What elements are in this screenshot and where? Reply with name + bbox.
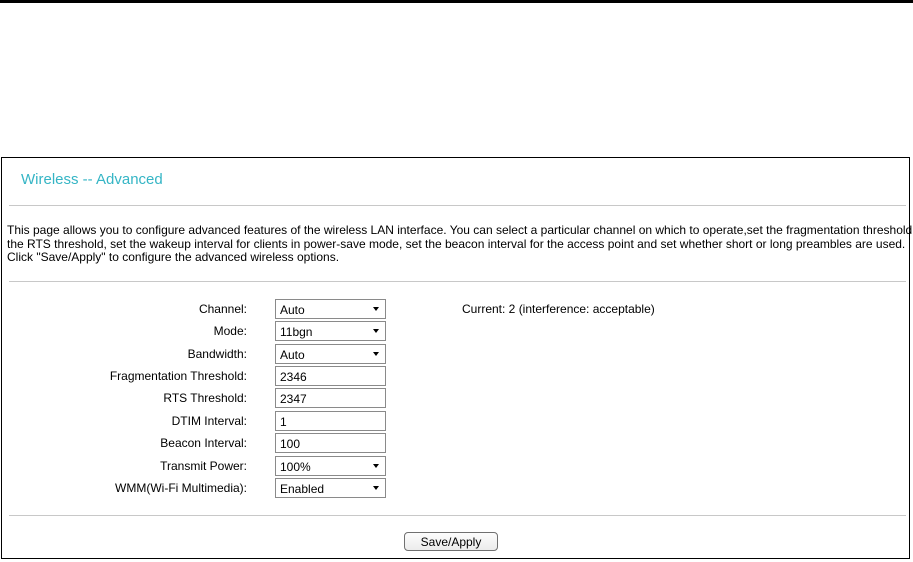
- channel-status: Current: 2 (interference: acceptable): [462, 302, 655, 316]
- wmm-row: WMM(Wi-Fi Multimedia): Enabled: [2, 478, 907, 498]
- chevron-down-icon: [373, 329, 379, 333]
- description-line: the RTS threshold, set the wakeup interv…: [7, 236, 906, 251]
- rts-threshold-row: RTS Threshold: 2347: [2, 388, 907, 408]
- mode-label: Mode:: [213, 324, 247, 338]
- fragmentation-threshold-label: Fragmentation Threshold:: [109, 369, 247, 383]
- rts-threshold-value: 2347: [280, 392, 307, 406]
- top-border: [0, 0, 913, 3]
- chevron-down-icon: [373, 464, 379, 468]
- transmit-power-value: 100%: [280, 460, 311, 474]
- bandwidth-select[interactable]: Auto: [275, 344, 386, 364]
- chevron-down-icon: [373, 486, 379, 490]
- chevron-down-icon: [373, 352, 379, 356]
- mode-select[interactable]: 11bgn: [275, 321, 386, 341]
- dtim-interval-row: DTIM Interval: 1: [2, 411, 907, 431]
- fragmentation-threshold-value: 2346: [280, 370, 307, 384]
- description-line: This page allows you to configure advanc…: [7, 223, 913, 237]
- beacon-interval-input[interactable]: 100: [275, 433, 386, 453]
- transmit-power-row: Transmit Power: 100%: [2, 456, 907, 476]
- transmit-power-select[interactable]: 100%: [275, 456, 386, 476]
- dtim-interval-label: DTIM Interval:: [171, 414, 247, 428]
- bandwidth-row: Bandwidth: Auto: [2, 344, 907, 364]
- channel-label: Channel:: [198, 302, 247, 316]
- page-title: Wireless -- Advanced: [21, 171, 163, 188]
- wmm-label: WMM(Wi-Fi Multimedia):: [115, 481, 247, 495]
- beacon-interval-label: Beacon Interval:: [160, 436, 247, 450]
- rts-threshold-label: RTS Threshold:: [163, 391, 247, 405]
- channel-value: Auto: [280, 303, 305, 317]
- save-apply-button[interactable]: Save/Apply: [404, 532, 498, 551]
- transmit-power-label: Transmit Power:: [160, 459, 247, 473]
- bandwidth-value: Auto: [280, 348, 305, 362]
- channel-select[interactable]: Auto: [275, 299, 386, 319]
- fragmentation-threshold-row: Fragmentation Threshold: 2346: [2, 366, 907, 386]
- description-line: Click "Save/Apply" to configure the adva…: [7, 250, 340, 264]
- rts-threshold-input[interactable]: 2347: [275, 388, 386, 408]
- page-description: This page allows you to configure advanc…: [7, 223, 913, 265]
- bandwidth-label: Bandwidth:: [187, 347, 247, 361]
- divider: [9, 281, 906, 282]
- wmm-value: Enabled: [280, 482, 325, 496]
- channel-row: Channel: Auto Current: 2 (interference: …: [2, 299, 907, 319]
- divider: [9, 515, 906, 516]
- dtim-interval-input[interactable]: 1: [275, 411, 386, 431]
- beacon-interval-row: Beacon Interval: 100: [2, 433, 907, 453]
- wmm-select[interactable]: Enabled: [275, 478, 386, 498]
- wireless-advanced-panel: Wireless -- Advanced This page allows yo…: [1, 157, 913, 559]
- mode-row: Mode: 11bgn: [2, 321, 907, 341]
- fragmentation-threshold-input[interactable]: 2346: [275, 366, 386, 386]
- chevron-down-icon: [373, 307, 379, 311]
- divider: [9, 205, 906, 206]
- mode-value: 11bgn: [280, 325, 313, 339]
- dtim-interval-value: 1: [280, 415, 287, 429]
- beacon-interval-value: 100: [280, 437, 301, 451]
